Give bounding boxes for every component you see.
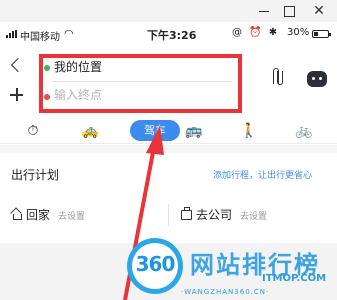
recommend-icon[interactable]: ⏱: [21, 120, 45, 142]
status-bar: 中国移动 ◠ 下午3:26 @ ⏰ ✱ 30%: [0, 22, 337, 46]
trip-plan-section: 出行计划 添加行程，让出行更省心 回家 去设置 去公司 去设置: [0, 153, 337, 243]
watermark-sub: ·WANGZHAN360.CN·: [181, 288, 270, 296]
work-label: 去公司: [196, 208, 233, 222]
add-trip-link[interactable]: 添加行程，让出行更省心: [213, 168, 312, 181]
home-shortcut[interactable]: 回家 去设置: [11, 206, 85, 224]
bike-icon[interactable]: 🚲: [292, 120, 316, 142]
minimize-button[interactable]: [256, 3, 272, 19]
travel-mode-bar: ⏱ 🚕 驾车 🚌 🚶 🚲: [0, 118, 337, 144]
work-shortcut[interactable]: 去公司 去设置: [181, 206, 267, 224]
battery-percent: 30%: [287, 27, 310, 38]
assistant-robot-icon[interactable]: [307, 71, 327, 87]
section-gap: [0, 145, 337, 153]
watermark-logo: 360: [127, 238, 183, 294]
plan-divider: [168, 204, 169, 226]
add-waypoint-icon[interactable]: [8, 86, 26, 104]
status-icons: @ ⏰ ✱: [232, 27, 280, 38]
home-icon: [11, 209, 22, 220]
briefcase-icon: [181, 207, 192, 220]
walk-icon[interactable]: 🚶: [237, 120, 261, 142]
signal-icon: [6, 30, 18, 38]
window-titlebar: ✕: [0, 0, 337, 22]
maximize-button[interactable]: [281, 3, 297, 19]
plan-title: 出行计划: [11, 168, 60, 182]
bus-icon[interactable]: 🚌: [182, 120, 206, 142]
watermark-brand: ITMOP.COM: [262, 273, 327, 284]
wifi-icon: ◠: [64, 27, 74, 40]
mode-drive-tab[interactable]: 驾车: [130, 120, 180, 141]
home-set-hint: 去设置: [58, 212, 86, 222]
close-button[interactable]: ✕: [311, 3, 327, 19]
work-set-hint: 去设置: [240, 212, 268, 222]
back-icon[interactable]: [9, 55, 23, 75]
swap-route-icon[interactable]: [269, 65, 287, 87]
taxi-icon[interactable]: 🚕: [78, 120, 102, 142]
status-time: 下午3:26: [147, 29, 197, 42]
battery-icon: [312, 30, 331, 38]
carrier-label: 中国移动: [20, 32, 60, 43]
annotation-highlight-box: [39, 54, 242, 113]
home-label: 回家: [26, 208, 51, 222]
